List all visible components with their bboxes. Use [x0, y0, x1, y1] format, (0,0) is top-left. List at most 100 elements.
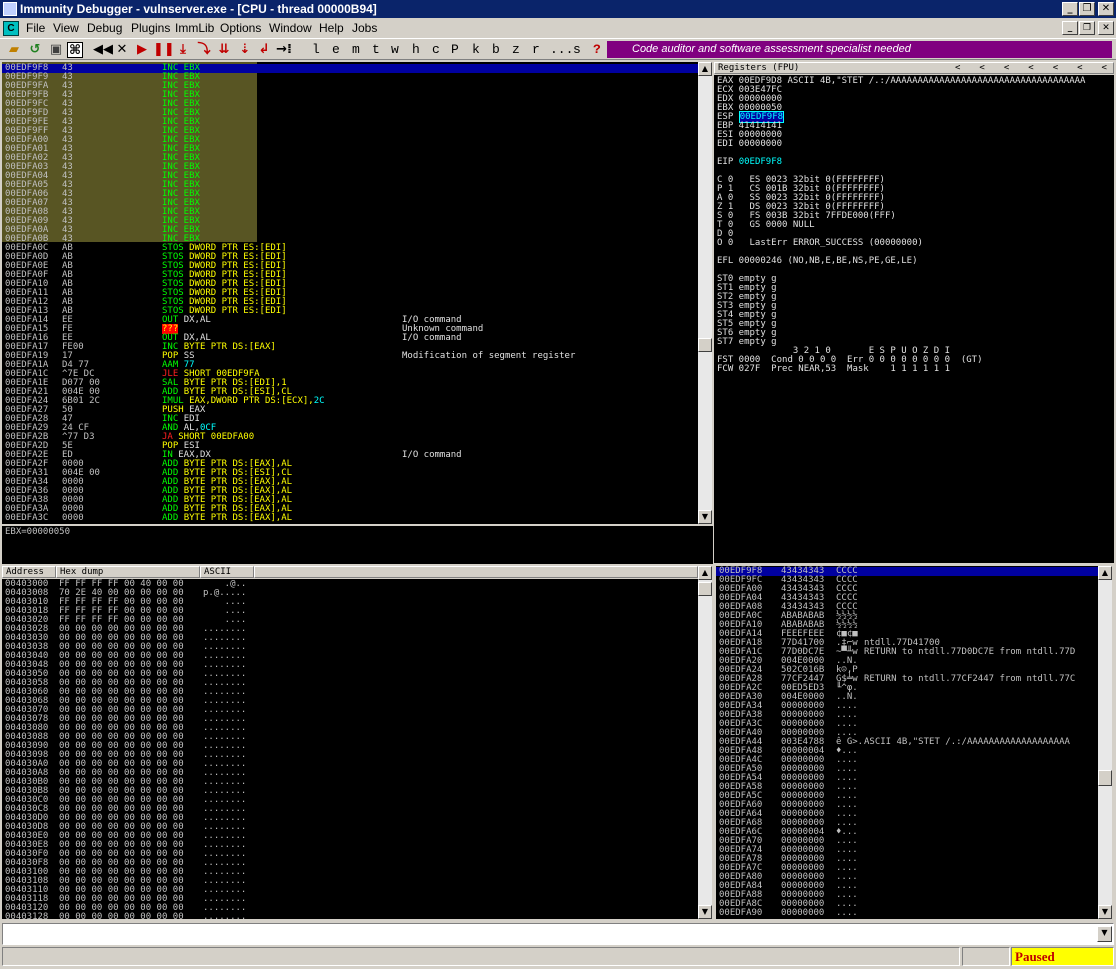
- stack-pane[interactable]: 00EDF9F8 43434343 CCCC 00EDF9FC 43434343 CCCC…: [716, 566, 1098, 919]
- disasm-row[interactable]: 00EDFA2D 5E POP ESI: [2, 442, 698, 451]
- banner-message[interactable]: Code auditor and software assessment spe…: [607, 41, 1112, 58]
- stack-row[interactable]: 00EDFA38 00000000....: [716, 711, 1098, 720]
- rewind-icon[interactable]: ◀◀: [93, 42, 113, 58]
- dump-header-hex[interactable]: Hex dump: [56, 566, 200, 578]
- disasm-row[interactable]: 00EDF9FB 43 INC EBX: [2, 91, 698, 100]
- disasm-row[interactable]: 00EDFA31 004E 00 ADD BYTE PTR DS:[ESI],CL: [2, 469, 698, 478]
- stack-scrollbar[interactable]: ▲ ▼: [1098, 566, 1112, 919]
- menu-plugins[interactable]: Plugins: [131, 21, 170, 35]
- stack-row[interactable]: 00EDFA00 43434343 CCCC: [716, 585, 1098, 594]
- disasm-row[interactable]: 00EDFA05 43 INC EBX: [2, 181, 698, 190]
- stack-row[interactable]: 00EDFA30 004E0000 ..N.: [716, 693, 1098, 702]
- register-line[interactable]: EFL 00000246 (NO,NB,E,BE,NS,PE,GE,LE): [717, 257, 917, 266]
- registers-nav-arrow[interactable]: <: [1077, 63, 1082, 73]
- stack-row[interactable]: 00EDF9F8 43434343 CCCC: [716, 567, 1098, 576]
- log-window-button[interactable]: l: [312, 42, 320, 58]
- scroll-down-icon[interactable]: ▼: [698, 510, 712, 524]
- pause-icon[interactable]: ❚❚: [153, 42, 175, 58]
- menu-file[interactable]: File: [26, 21, 45, 35]
- mdi-restore-button[interactable]: ❐: [1079, 21, 1095, 35]
- registers-nav-arrow[interactable]: <: [1028, 63, 1033, 73]
- disasm-row[interactable]: 00EDFA0B 43 INC EBX: [2, 235, 698, 244]
- disasm-row[interactable]: 00EDFA0E AB STOS DWORD PTR ES:[EDI]: [2, 262, 698, 271]
- registers-nav-arrow[interactable]: <: [1004, 63, 1009, 73]
- scroll-up-icon[interactable]: ▲: [698, 566, 712, 580]
- registers-nav-arrow[interactable]: <: [1102, 63, 1107, 73]
- maximize-button[interactable]: ❐: [1079, 2, 1095, 16]
- menu-options[interactable]: Options: [220, 21, 261, 35]
- disasm-row[interactable]: 00EDFA0A 43 INC EBX: [2, 226, 698, 235]
- step-into-icon[interactable]: ⤓: [175, 42, 191, 58]
- disasm-row[interactable]: 00EDFA2F 0000 ADD BYTE PTR DS:[EAX],AL: [2, 460, 698, 469]
- register-line[interactable]: FCW 027F Prec NEAR,53 Mask 1 1 1 1 1 1: [717, 365, 950, 374]
- modules-window-button[interactable]: e: [332, 42, 340, 58]
- step-over-icon[interactable]: ⤵: [196, 42, 212, 58]
- stack-row[interactable]: 00EDFA5C 00000000....: [716, 792, 1098, 801]
- disasm-row[interactable]: 00EDFA21 004E 00 ADD BYTE PTR DS:[ESI],CL: [2, 388, 698, 397]
- stack-row[interactable]: 00EDFA64 00000000....: [716, 810, 1098, 819]
- register-line[interactable]: O 0 LastErr ERROR_SUCCESS (00000000): [717, 239, 923, 248]
- run-icon[interactable]: ▶: [134, 42, 150, 58]
- handles-window-button[interactable]: h: [412, 42, 420, 58]
- stack-row[interactable]: 00EDFA4C 00000000....: [716, 756, 1098, 765]
- stack-row[interactable]: 00EDFA54 00000000....: [716, 774, 1098, 783]
- memory-window-button[interactable]: m: [352, 42, 360, 58]
- cpu-window-icon[interactable]: C: [3, 21, 19, 36]
- patches-window-button[interactable]: P: [451, 42, 459, 58]
- disasm-row[interactable]: 00EDF9FA 43 INC EBX: [2, 82, 698, 91]
- disasm-row[interactable]: 00EDFA15 FE??? Unknown command: [2, 324, 698, 334]
- disasm-row[interactable]: 00EDFA1C ^7E DC JLE SHORT 00EDF9FA: [2, 370, 698, 379]
- scroll-thumb[interactable]: [1098, 770, 1112, 786]
- title-bar[interactable]: Immunity Debugger - vulnserver.exe - [CP…: [0, 0, 1116, 18]
- stack-row[interactable]: 00EDFA78 00000000....: [716, 855, 1098, 864]
- disasm-row[interactable]: 00EDFA28 47 INC EDI: [2, 415, 698, 424]
- disasm-row[interactable]: 00EDFA0D AB STOS DWORD PTR ES:[EDI]: [2, 253, 698, 262]
- disasm-row[interactable]: 00EDFA01 43 INC EBX: [2, 145, 698, 154]
- dump-scrollbar[interactable]: ▲ ▼: [698, 566, 712, 919]
- mdi-close-button[interactable]: ✕: [1098, 21, 1114, 35]
- dump-pane[interactable]: 00403000 FF FF FF FF 00 40 00 00 .@.. 0040…: [2, 579, 698, 919]
- disasm-row[interactable]: 00EDFA27 50 PUSH EAX: [2, 406, 698, 415]
- scroll-down-icon[interactable]: ▼: [698, 905, 712, 919]
- disasm-scrollbar[interactable]: ▲ ▼: [698, 62, 712, 524]
- stack-row[interactable]: 00EDFA80 00000000....: [716, 873, 1098, 882]
- disasm-row[interactable]: 00EDFA13 AB STOS DWORD PTR ES:[EDI]: [2, 307, 698, 316]
- command-input[interactable]: [5, 926, 1095, 942]
- stack-row[interactable]: 00EDFA2C 00ED5ED3 ╙^φ.: [716, 684, 1098, 693]
- disasm-row[interactable]: 00EDFA08 43 INC EBX: [2, 208, 698, 217]
- stack-row[interactable]: 00EDFA90 00000000....: [716, 909, 1098, 918]
- disasm-row[interactable]: 00EDFA1E D077 00 SAL BYTE PTR DS:[EDI],1: [2, 379, 698, 388]
- command-bar[interactable]: ▼: [2, 923, 1114, 945]
- stack-row[interactable]: 00EDFA44 003E4788 ê G>. ASCII 4B,"STET /.:/…: [716, 738, 1098, 747]
- menu-help[interactable]: Help: [319, 21, 344, 35]
- registers-nav[interactable]: < < < < < < <: [955, 63, 1116, 73]
- disasm-row[interactable]: 00EDFA00 43 INC EBX: [2, 136, 698, 145]
- stack-row[interactable]: 00EDFA3C 00000000....: [716, 720, 1098, 729]
- disasm-row[interactable]: 00EDFA02 43 INC EBX: [2, 154, 698, 163]
- stack-row[interactable]: 00EDFA48 00000004 ♦...: [716, 747, 1098, 756]
- disasm-row[interactable]: 00EDF9FE 43 INC EBX: [2, 118, 698, 127]
- disasm-row[interactable]: 00EDFA3A 0000 ADD BYTE PTR DS:[EAX],AL: [2, 505, 698, 514]
- stack-row[interactable]: 00EDFA6C 00000004 ♦...: [716, 828, 1098, 837]
- run-trace-window-button[interactable]: r: [532, 42, 540, 58]
- source-files-button[interactable]: s: [573, 42, 581, 58]
- disasm-row[interactable]: 00EDF9FC 43 INC EBX: [2, 100, 698, 109]
- disasm-row[interactable]: 00EDFA14 EE OUT DX,AL I/O command: [2, 316, 698, 325]
- stack-row[interactable]: 00EDFA8C 00000000....: [716, 900, 1098, 909]
- disasm-row[interactable]: 00EDFA04 43 INC EBX: [2, 172, 698, 181]
- disasm-row[interactable]: 00EDFA07 43 INC EBX: [2, 199, 698, 208]
- scroll-thumb[interactable]: [698, 582, 712, 596]
- scroll-down-icon[interactable]: ▼: [1098, 905, 1112, 919]
- stack-row[interactable]: 00EDFA50 00000000....: [716, 765, 1098, 774]
- disasm-row[interactable]: 00EDFA03 43 INC EBX: [2, 163, 698, 172]
- menu-immlib[interactable]: ImmLib: [175, 21, 214, 35]
- disasm-row[interactable]: 00EDFA24 6B01 2C IMUL EAX,DWORD PTR DS:[EC…: [2, 397, 698, 406]
- scroll-up-icon[interactable]: ▲: [698, 62, 712, 76]
- stack-row[interactable]: 00EDFA28 77CF2447 G$╧w RETURN to ntdll.77CF…: [716, 675, 1098, 684]
- dump-header-ascii[interactable]: ASCII: [200, 566, 254, 578]
- registers-header[interactable]: Registers (FPU) < < < < < < <: [714, 62, 1114, 74]
- menu-view[interactable]: View: [53, 21, 79, 35]
- disassembler-pane[interactable]: 00EDF9F8 43 INC EBX 00EDF9F9 43 INC EBX 00EDF9…: [2, 62, 698, 524]
- command-dropdown-icon[interactable]: ▼: [1097, 926, 1112, 942]
- stack-row[interactable]: 00EDFA34 00000000....: [716, 702, 1098, 711]
